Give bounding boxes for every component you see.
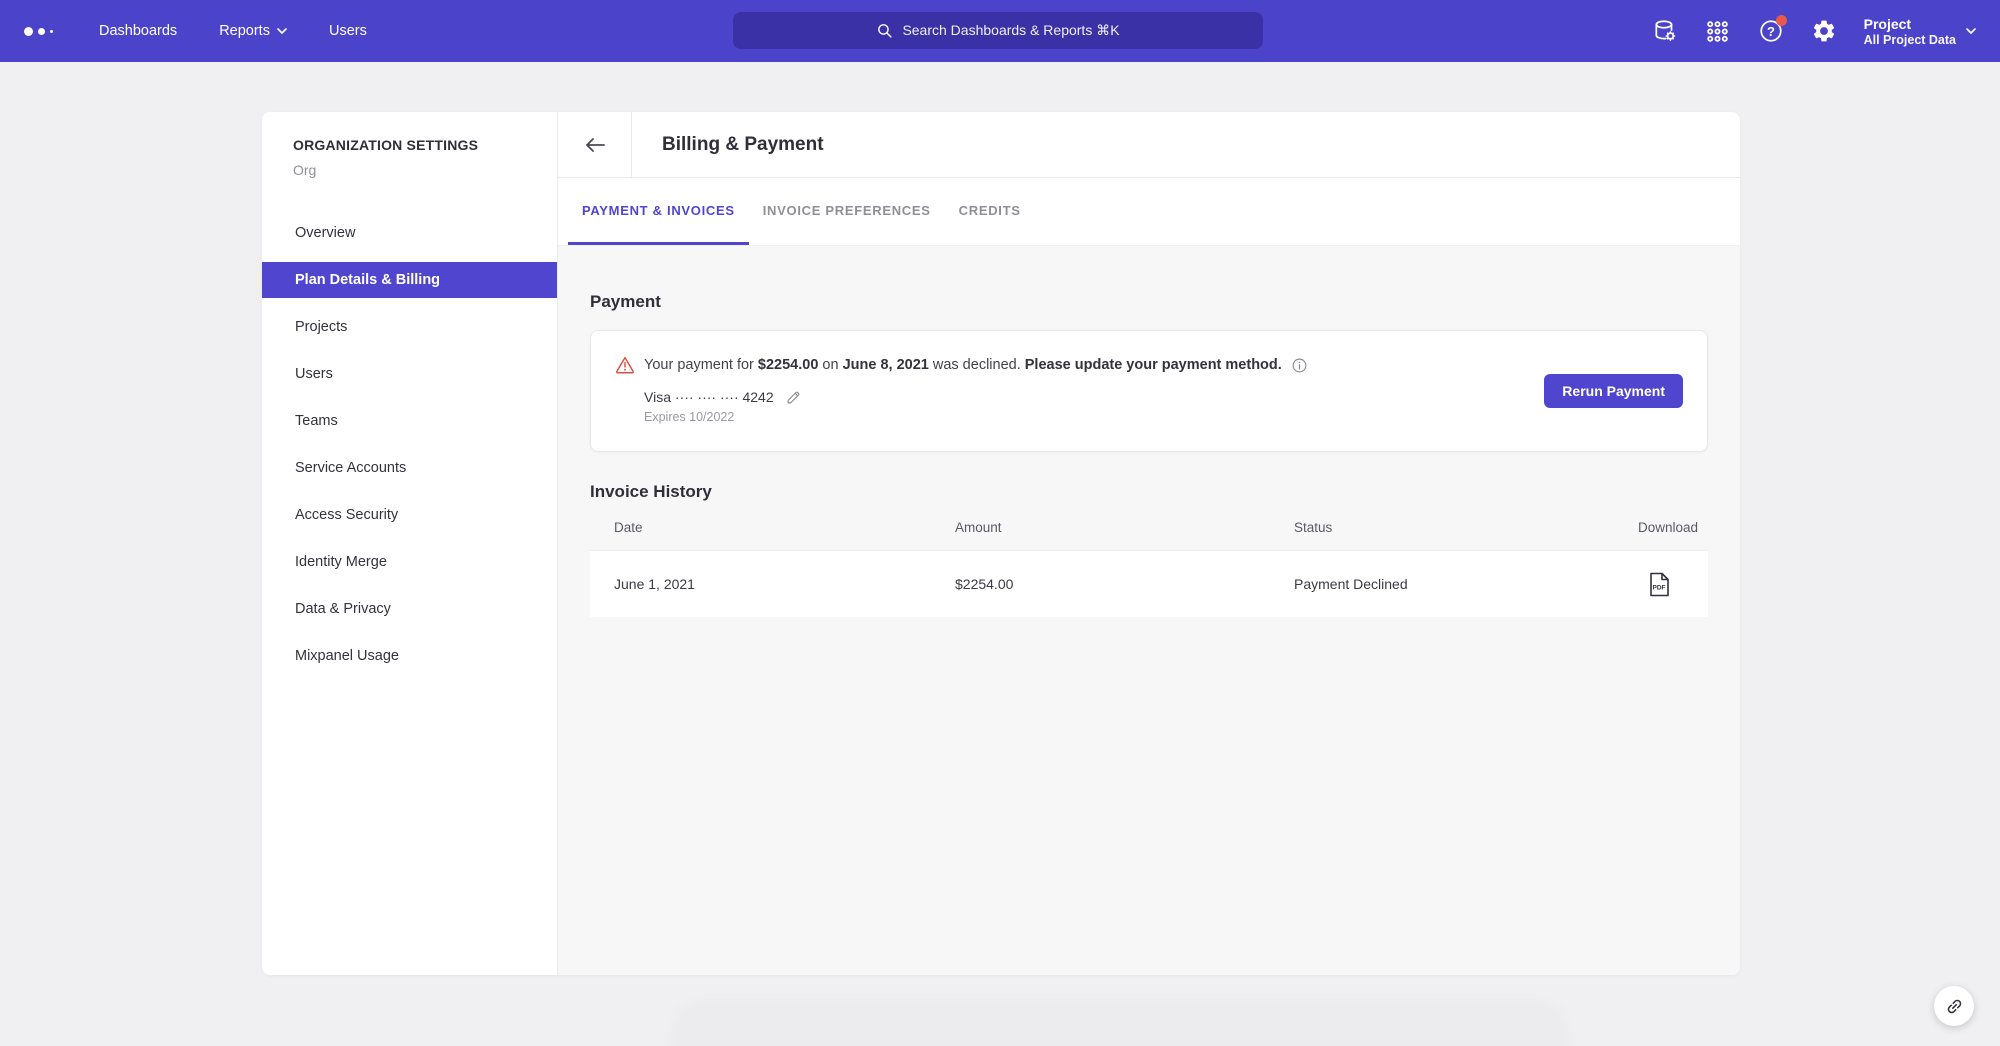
org-name: Org <box>293 162 557 178</box>
sidebar-item-projects[interactable]: Projects <box>262 309 557 345</box>
sidebar-item-data-privacy[interactable]: Data & Privacy <box>262 591 557 627</box>
settings-gear-icon[interactable] <box>1811 18 1837 44</box>
chevron-down-icon <box>1966 28 1976 34</box>
link-icon <box>1941 993 1968 1020</box>
download-pdf-button[interactable]: PDF <box>1649 572 1670 597</box>
search-input[interactable]: Search Dashboards & Reports ⌘K <box>733 12 1263 49</box>
nav-users[interactable]: Users <box>329 23 367 39</box>
billing-tabs: PAYMENT & INVOICES INVOICE PREFERENCES C… <box>558 178 1740 245</box>
search-icon <box>876 22 893 39</box>
project-switcher[interactable]: Project All Project Data <box>1864 15 1976 47</box>
project-value: All Project Data <box>1864 33 1956 47</box>
app-root: Dashboards Reports Users Search Dashboar… <box>0 0 2000 1046</box>
card-expiry: Expires 10/2022 <box>644 410 1308 424</box>
apps-grid-icon[interactable] <box>1705 18 1731 44</box>
nav-dashboards-label: Dashboards <box>99 23 177 39</box>
invoice-amount: $2254.00 <box>955 576 1294 592</box>
notification-badge <box>1776 15 1787 26</box>
navbar-right: ? Project All Project Data <box>1652 0 2000 62</box>
sidebar-item-identity-merge[interactable]: Identity Merge <box>262 544 557 580</box>
svg-text:PDF: PDF <box>1653 584 1666 591</box>
nav-users-label: Users <box>329 23 367 39</box>
sidebar-item-overview[interactable]: Overview <box>262 215 557 251</box>
tab-content: Payment Your payment for $2254.00 on Jun… <box>558 245 1740 975</box>
info-icon[interactable] <box>1291 357 1308 374</box>
billing-header: Billing & Payment <box>558 112 1740 178</box>
warning-icon <box>615 355 635 375</box>
project-label: Project <box>1864 15 1956 33</box>
col-date: Date <box>614 520 955 535</box>
payment-section-title: Payment <box>590 292 1708 312</box>
sidebar-item-plan-details-billing[interactable]: Plan Details & Billing <box>262 262 557 298</box>
billing-main: Billing & Payment PAYMENT & INVOICES INV… <box>558 112 1740 975</box>
mixpanel-logo-icon[interactable] <box>24 27 53 36</box>
offscreen-card-shadow <box>680 1008 1560 1046</box>
settings-card: ORGANIZATION SETTINGS Org Overview Plan … <box>262 112 1740 975</box>
payment-declined-details: Your payment for $2254.00 on June 8, 202… <box>615 355 1308 424</box>
col-download: Download <box>1638 520 1698 535</box>
card-summary: Visa ···· ···· ···· 4242 <box>644 389 774 405</box>
payment-declined-card: Your payment for $2254.00 on June 8, 202… <box>590 330 1708 452</box>
tab-invoice-preferences[interactable]: INVOICE PREFERENCES <box>749 178 945 245</box>
svg-text:?: ? <box>1767 24 1775 39</box>
col-amount: Amount <box>955 520 1294 535</box>
sidebar-item-users[interactable]: Users <box>262 356 557 392</box>
help-icon[interactable]: ? <box>1758 18 1784 44</box>
payment-declined-message: Your payment for $2254.00 on June 8, 202… <box>615 355 1308 375</box>
tab-payment-invoices[interactable]: PAYMENT & INVOICES <box>568 178 749 245</box>
payment-method: Visa ···· ···· ···· 4242 <box>644 388 1308 405</box>
sidebar-item-mixpanel-usage[interactable]: Mixpanel Usage <box>262 638 557 674</box>
top-navbar: Dashboards Reports Users Search Dashboar… <box>0 0 2000 62</box>
org-settings-sidebar: ORGANIZATION SETTINGS Org Overview Plan … <box>262 112 558 975</box>
sidebar-menu: Overview Plan Details & Billing Projects… <box>262 215 557 674</box>
data-management-icon[interactable] <box>1652 18 1678 44</box>
back-button[interactable] <box>558 112 632 177</box>
alert-text: Your payment for $2254.00 on June 8, 202… <box>644 357 1282 373</box>
nav-reports-label: Reports <box>219 23 270 39</box>
arrow-left-icon <box>584 136 606 154</box>
copy-link-button[interactable] <box>1934 986 1974 1026</box>
invoice-row: June 1, 2021 $2254.00 Payment Declined P… <box>590 550 1708 617</box>
page-title: Billing & Payment <box>632 112 824 177</box>
col-status: Status <box>1294 520 1594 535</box>
invoice-table: Date Amount Status Download June 1, 2021… <box>590 504 1708 617</box>
chevron-down-icon <box>277 28 287 34</box>
invoice-date: June 1, 2021 <box>614 576 955 592</box>
search-placeholder: Search Dashboards & Reports ⌘K <box>902 22 1119 39</box>
sidebar-item-access-security[interactable]: Access Security <box>262 497 557 533</box>
tab-credits[interactable]: CREDITS <box>945 178 1035 245</box>
sidebar-item-teams[interactable]: Teams <box>262 403 557 439</box>
invoice-history-title: Invoice History <box>590 482 1708 502</box>
rerun-payment-button[interactable]: Rerun Payment <box>1544 374 1683 408</box>
invoice-status: Payment Declined <box>1294 576 1594 592</box>
nav-dashboards[interactable]: Dashboards <box>99 23 177 39</box>
nav-reports[interactable]: Reports <box>219 23 287 39</box>
sidebar-item-service-accounts[interactable]: Service Accounts <box>262 450 557 486</box>
pdf-file-icon: PDF <box>1649 572 1670 597</box>
invoice-table-header: Date Amount Status Download <box>590 504 1708 550</box>
edit-pencil-icon[interactable] <box>786 388 803 405</box>
sidebar-heading: ORGANIZATION SETTINGS <box>293 137 557 153</box>
